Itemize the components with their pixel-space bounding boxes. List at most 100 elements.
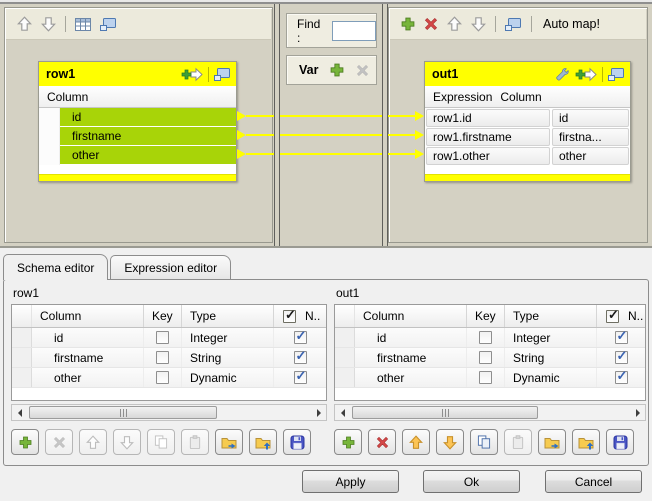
add-var-button[interactable] [330, 63, 344, 77]
minimize-table-button[interactable] [214, 67, 231, 81]
nullable-all-checkbox[interactable] [283, 310, 296, 323]
column-cell[interactable]: id [355, 328, 467, 347]
move-up-button[interactable] [402, 429, 430, 455]
type-cell[interactable]: Integer [505, 328, 597, 347]
export-schema-button[interactable] [249, 429, 277, 455]
column-cell[interactable]: id [552, 109, 629, 127]
column-cell[interactable]: firstname [32, 348, 144, 367]
mapping-link-other[interactable] [246, 153, 416, 155]
row-handle[interactable] [12, 368, 32, 387]
add-column-button[interactable] [11, 429, 39, 455]
add-entry-button[interactable] [575, 67, 597, 82]
type-cell[interactable]: String [505, 348, 597, 367]
remove-var-button[interactable] [356, 64, 369, 77]
find-input[interactable] [332, 21, 376, 41]
type-cell[interactable]: Integer [182, 328, 274, 347]
tab-expression-editor[interactable]: Expression editor [110, 255, 231, 279]
add-entry-button[interactable] [181, 67, 203, 82]
nullable-checkbox[interactable] [294, 371, 307, 384]
save-schema-button[interactable] [606, 429, 634, 455]
column-cell[interactable]: other [355, 368, 467, 387]
nullable-checkbox[interactable] [294, 331, 307, 344]
move-down-button[interactable] [436, 429, 464, 455]
move-down-button[interactable] [41, 16, 56, 32]
column-cell[interactable]: other [32, 368, 144, 387]
nullable-checkbox[interactable] [294, 351, 307, 364]
minimize-window-button[interactable] [505, 17, 522, 31]
input-row-firstname[interactable]: firstname [39, 127, 236, 146]
row-handle[interactable] [12, 328, 32, 347]
column-cell[interactable]: other [552, 147, 629, 165]
cancel-button[interactable]: Cancel [545, 470, 642, 493]
apply-button[interactable]: Apply [302, 470, 399, 493]
add-output-button[interactable] [401, 17, 415, 31]
splitter-handle[interactable] [274, 4, 280, 246]
settings-wrench-button[interactable] [555, 67, 570, 82]
type-cell[interactable]: String [182, 348, 274, 367]
export-schema-button[interactable] [572, 429, 600, 455]
horizontal-scrollbar[interactable] [11, 404, 327, 421]
input-row-label[interactable]: firstname [60, 127, 236, 145]
type-cell[interactable]: Dynamic [182, 368, 274, 387]
editor-bottom-area: Schema editor Expression editor row1 Col… [0, 248, 652, 501]
remove-output-button[interactable] [424, 17, 438, 31]
ok-button[interactable]: Ok [423, 470, 520, 493]
nullable-checkbox[interactable] [615, 371, 628, 384]
expression-cell[interactable]: row1.other [426, 147, 550, 165]
key-checkbox[interactable] [156, 371, 169, 384]
input-row-label[interactable]: id [60, 108, 236, 126]
horizontal-scrollbar[interactable] [334, 404, 646, 421]
nullable-checkbox[interactable] [615, 331, 628, 344]
scroll-left-arrow[interactable] [335, 405, 350, 420]
table-view-button[interactable] [75, 18, 91, 31]
nullable-all-checkbox[interactable] [606, 310, 619, 323]
remove-column-button[interactable] [368, 429, 396, 455]
import-schema-button[interactable] [215, 429, 243, 455]
import-schema-button[interactable] [538, 429, 566, 455]
expression-header: Expression [425, 90, 492, 104]
key-checkbox[interactable] [479, 331, 492, 344]
remove-column-button [45, 429, 73, 455]
scroll-right-arrow[interactable] [630, 405, 645, 420]
key-checkbox[interactable] [479, 351, 492, 364]
copy-button[interactable] [470, 429, 498, 455]
key-checkbox[interactable] [156, 331, 169, 344]
input-row-id[interactable]: id [39, 108, 236, 127]
minimize-window-button[interactable] [100, 17, 117, 31]
scroll-left-arrow[interactable] [12, 405, 27, 420]
splitter-handle[interactable] [382, 4, 388, 246]
schema-row-id: id Integer [335, 328, 645, 348]
tab-schema-editor[interactable]: Schema editor [3, 254, 108, 280]
row-handle[interactable] [335, 328, 355, 347]
nullable-checkbox[interactable] [615, 351, 628, 364]
scroll-right-arrow[interactable] [311, 405, 326, 420]
row-handle[interactable] [335, 368, 355, 387]
move-up-button[interactable] [17, 16, 32, 32]
input-row-other[interactable]: other [39, 146, 236, 165]
type-cell[interactable]: Dynamic [505, 368, 597, 387]
expression-cell[interactable]: row1.firstname [426, 128, 550, 146]
x-icon [53, 436, 66, 449]
mapping-link-firstname[interactable] [246, 134, 416, 136]
save-schema-button[interactable] [283, 429, 311, 455]
column-cell[interactable]: id [32, 328, 144, 347]
column-cell[interactable]: firstname [355, 348, 467, 367]
key-checkbox[interactable] [479, 371, 492, 384]
automap-button[interactable]: Auto map! [541, 17, 600, 31]
scrollbar-thumb[interactable] [352, 406, 538, 419]
move-up-button[interactable] [447, 16, 462, 32]
add-column-button[interactable] [334, 429, 362, 455]
row-handle[interactable] [335, 348, 355, 367]
minimize-table-button[interactable] [608, 67, 625, 81]
scrollbar-thumb[interactable] [29, 406, 217, 419]
expression-cell[interactable]: row1.id [426, 109, 550, 127]
key-checkbox[interactable] [156, 351, 169, 364]
column-cell[interactable]: firstna... [552, 128, 629, 146]
row-handle[interactable] [12, 348, 32, 367]
toolbar-separator [531, 16, 532, 32]
mapping-link-id[interactable] [246, 115, 416, 117]
input-row-label[interactable]: other [60, 146, 236, 164]
link-arrowhead [415, 149, 424, 159]
move-down-button[interactable] [471, 16, 486, 32]
schema-row-firstname: firstname String [335, 348, 645, 368]
